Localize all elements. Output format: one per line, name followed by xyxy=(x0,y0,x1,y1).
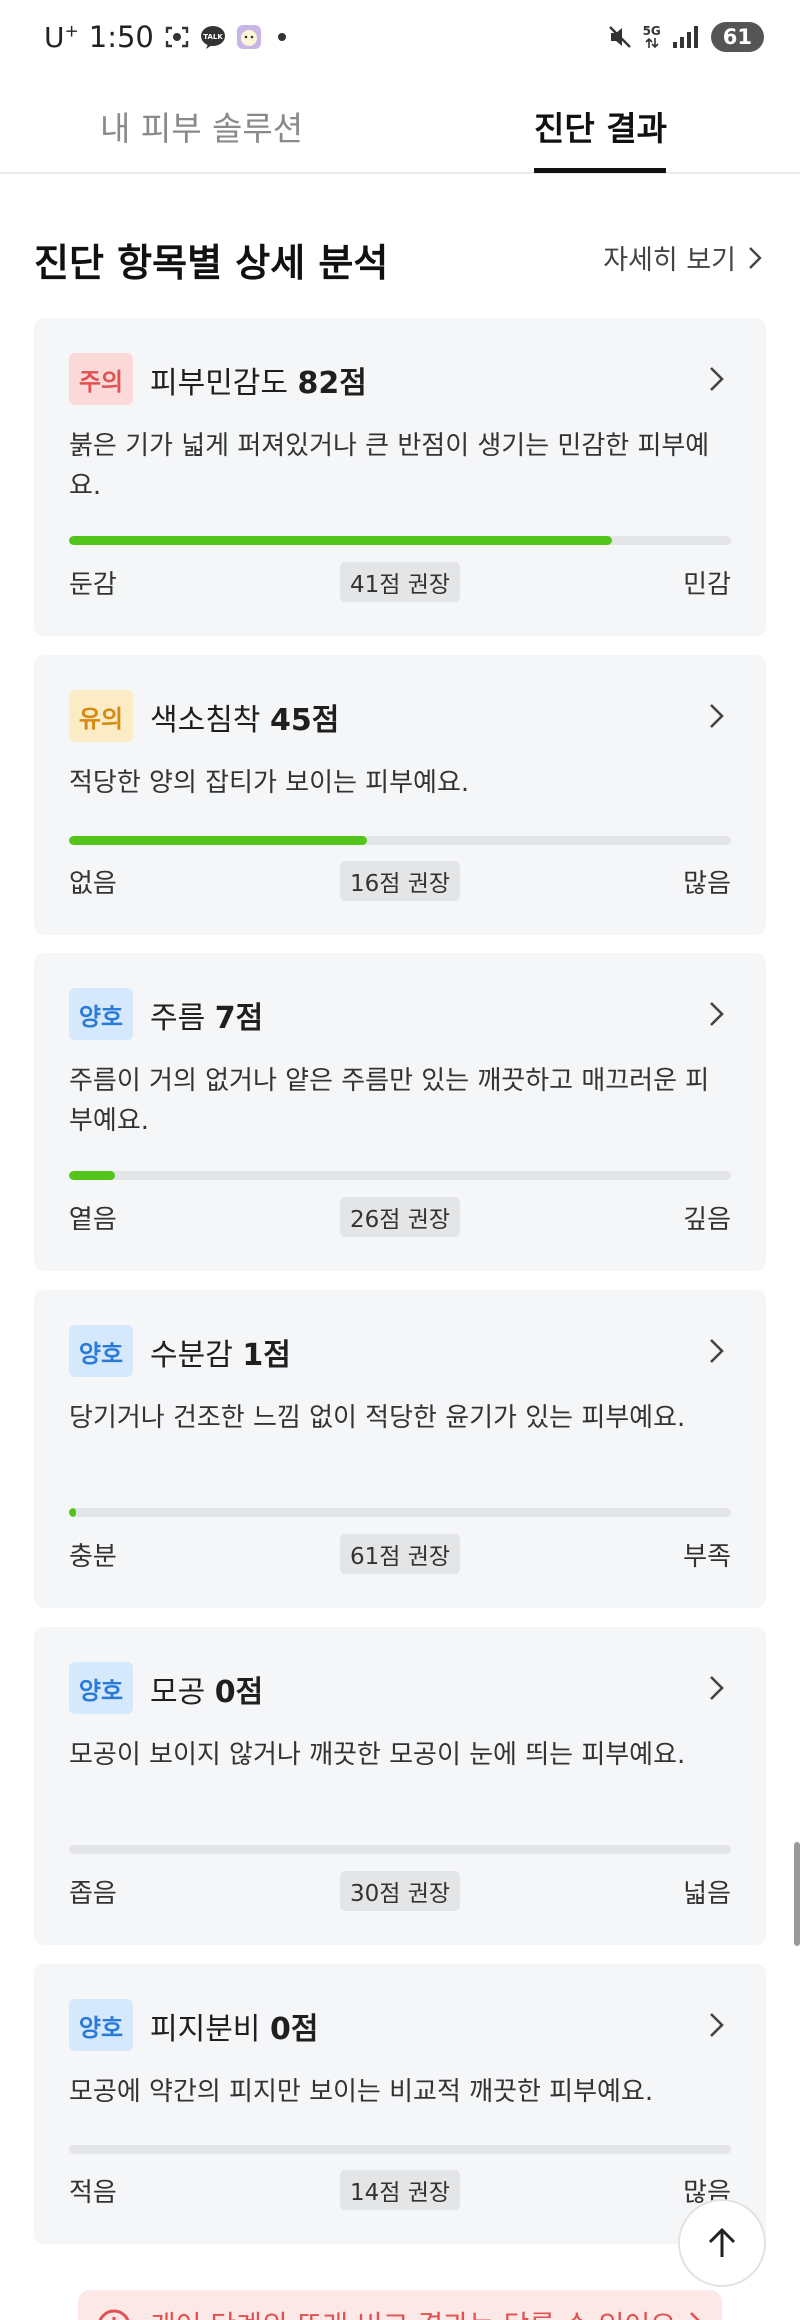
score-bar xyxy=(69,1171,731,1180)
battery-indicator: 61 xyxy=(710,22,764,52)
item-score: 1점 xyxy=(242,1338,291,1373)
item-score: 82점 xyxy=(297,366,367,401)
analysis-card-sebum[interactable]: 양호 피지분비 0점 모공에 약간의 피지만 보이는 비교적 깨끗한 피부예요.… xyxy=(34,1964,766,2244)
item-description: 모공이 보이지 않거나 깨끗한 모공이 눈에 띄는 피부예요. xyxy=(69,1740,686,1770)
score-bar-fill xyxy=(69,836,367,845)
network-indicator: 5G xyxy=(643,25,661,49)
scale-min-label: 옅음 xyxy=(69,1205,117,1235)
scroll-to-top-button[interactable] xyxy=(678,2199,766,2287)
signal-icon xyxy=(672,26,698,48)
character-app-icon xyxy=(236,25,261,49)
tab-diagnosis-result[interactable]: 진단 결과 xyxy=(534,102,667,150)
score-bar xyxy=(69,536,731,545)
score-bar xyxy=(69,2145,731,2154)
card-title: 수분감 1점 xyxy=(150,1330,291,1374)
item-description: 주름이 거의 없거나 얕은 주름만 있는 깨끗하고 매끄러운 피부예요. xyxy=(69,1066,710,1136)
chevron-right-icon xyxy=(710,1676,724,1700)
scale-max-label: 깊음 xyxy=(683,1205,731,1235)
recommended-score: 61점 권장 xyxy=(339,1534,461,1574)
recommended-score: 26점 권장 xyxy=(339,1197,461,1237)
scale-min-label: 없음 xyxy=(69,869,117,899)
card-title: 모공 0점 xyxy=(150,1667,263,1711)
section-title: 진단 항목별 상세 분석 xyxy=(34,241,389,285)
item-score: 0점 xyxy=(269,2012,319,2047)
card-title: 피지분비 0점 xyxy=(150,2004,318,2048)
scale-min-label: 충분 xyxy=(69,1542,117,1572)
score-bar-fill xyxy=(69,1508,76,1517)
screenshot-icon xyxy=(165,26,189,48)
recommended-score: 14점 권장 xyxy=(339,2170,461,2210)
scale-max-label: 민감 xyxy=(683,570,731,600)
view-details-link[interactable]: 자세히 보기 xyxy=(603,238,762,277)
analysis-card-pigmentation[interactable]: 유의 색소침착 45점 적당한 양의 잡티가 보이는 피부예요. 없음 16점 … xyxy=(34,655,766,935)
scale-min-label: 둔감 xyxy=(69,570,117,600)
item-name: 모공 xyxy=(150,1675,206,1710)
score-bar xyxy=(69,836,731,845)
kakaotalk-icon: TALK xyxy=(200,26,225,49)
status-badge: 양호 xyxy=(69,1662,133,1714)
svg-text:TALK: TALK xyxy=(203,33,223,41)
tab-bar: 내 피부 솔루션 진단 결과 xyxy=(0,80,800,174)
scale-max-label: 부족 xyxy=(683,1542,731,1572)
recommended-score: 41점 권장 xyxy=(339,562,461,602)
item-name: 색소침착 xyxy=(150,703,261,738)
card-title: 색소침착 45점 xyxy=(150,695,339,739)
scale-max-label: 많음 xyxy=(683,869,731,899)
chevron-right-icon xyxy=(710,2013,724,2037)
card-title: 주름 7점 xyxy=(150,993,263,1037)
score-bar-fill xyxy=(69,1171,116,1180)
chevron-right-icon xyxy=(710,1339,724,1363)
view-details-label: 자세히 보기 xyxy=(603,245,736,276)
item-description: 붉은 기가 넓게 퍼져있거나 큰 반점이 생기는 민감한 피부예요. xyxy=(69,431,710,501)
score-bar-fill xyxy=(69,536,612,545)
scale-min-label: 적음 xyxy=(69,2178,117,2208)
mute-icon xyxy=(608,26,631,48)
score-bar xyxy=(69,1508,731,1517)
item-description: 당기거나 건조한 느낌 없이 적당한 윤기가 있는 피부예요. xyxy=(69,1403,686,1433)
item-score: 0점 xyxy=(214,1675,264,1710)
banner-text: 케어 단계의 또래 비교 결과는 닫를 수 있어요 xyxy=(150,2304,676,2320)
item-name: 피지분비 xyxy=(150,2012,261,2047)
status-badge: 유의 xyxy=(69,690,133,742)
scrollbar-thumb[interactable] xyxy=(794,1842,800,1946)
data-arrows-icon xyxy=(645,37,659,49)
item-name: 수분감 xyxy=(150,1338,233,1373)
card-title: 피부민감도 82점 xyxy=(150,358,367,402)
status-bar: U+ 1:50 TALK 5G 61 xyxy=(0,0,800,80)
notification-dot xyxy=(277,33,286,41)
recommended-score: 30점 권장 xyxy=(339,1871,461,1911)
scale-min-label: 좁음 xyxy=(69,1879,117,1909)
analysis-card-moisture[interactable]: 양호 수분감 1점 당기거나 건조한 느낌 없이 적당한 윤기가 있는 피부예요… xyxy=(34,1290,766,1608)
item-name: 피부민감도 xyxy=(150,366,288,401)
analysis-card-pores[interactable]: 양호 모공 0점 모공이 보이지 않거나 깨끗한 모공이 눈에 띄는 피부예요.… xyxy=(34,1627,766,1945)
chevron-right-icon xyxy=(710,1002,724,1026)
alert-circle-icon xyxy=(98,2309,130,2320)
analysis-card-wrinkles[interactable]: 양호 주름 7점 주름이 거의 없거나 얕은 주름만 있는 깨끗하고 매끄러운 … xyxy=(34,953,766,1271)
chevron-right-icon xyxy=(710,367,724,391)
status-badge: 양호 xyxy=(69,988,133,1040)
score-bar xyxy=(69,1845,731,1854)
arrow-up-icon xyxy=(708,2227,736,2257)
active-tab-indicator xyxy=(534,168,666,173)
tab-skin-solution[interactable]: 내 피부 솔루션 xyxy=(100,102,303,150)
scale-max-label: 넓음 xyxy=(683,1879,731,1909)
status-badge: 양호 xyxy=(69,1325,133,1377)
item-description: 모공에 약간의 피지만 보이는 비교적 깨끗한 피부예요. xyxy=(69,2077,654,2107)
item-score: 45점 xyxy=(269,703,340,738)
item-description: 적당한 양의 잡티가 보이는 피부예요. xyxy=(69,768,470,798)
item-score: 7점 xyxy=(214,1001,264,1036)
clock: 1:50 xyxy=(88,20,154,54)
analysis-card-sensitivity[interactable]: 주의 피부민감도 82점 붉은 기가 넓게 퍼져있거나 큰 반점이 생기는 민감… xyxy=(34,318,766,636)
status-badge: 양호 xyxy=(69,1999,133,2051)
peer-comparison-banner[interactable]: 케어 단계의 또래 비교 결과는 닫를 수 있어요 xyxy=(78,2290,722,2320)
chevron-right-icon xyxy=(690,2312,700,2320)
carrier-label: U+ xyxy=(44,20,79,54)
chevron-right-icon xyxy=(749,246,762,269)
chevron-right-icon xyxy=(710,704,724,728)
item-name: 주름 xyxy=(150,1001,206,1036)
recommended-score: 16점 권장 xyxy=(339,861,461,901)
status-badge: 주의 xyxy=(69,353,133,405)
